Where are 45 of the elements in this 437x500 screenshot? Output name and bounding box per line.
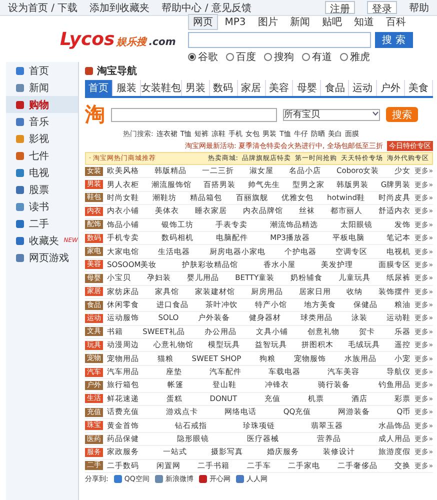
category-tab[interactable]: 数码 xyxy=(210,80,238,96)
top-link[interactable]: 添加到收藏夹 xyxy=(90,0,150,14)
search-button[interactable]: 搜 索 xyxy=(374,32,413,48)
engine-radio[interactable]: 百度 xyxy=(226,50,256,64)
category-tab[interactable]: 首页 xyxy=(85,80,113,96)
top-link[interactable]: 设为首页 / 下载 xyxy=(8,0,78,14)
sidebar-item[interactable]: 音乐 xyxy=(6,113,78,130)
sidebar-item[interactable]: 首页 xyxy=(6,62,78,79)
sidebar-item[interactable]: 新闻 xyxy=(6,79,78,96)
engine-radio[interactable]: 谷歌 xyxy=(188,50,218,64)
share-icon xyxy=(199,475,208,484)
sidebar-item[interactable]: 七件 xyxy=(6,147,78,164)
taobao-search-field[interactable] xyxy=(111,108,277,122)
sidebar-item[interactable]: 电视 xyxy=(6,164,78,181)
search-tab[interactable]: 新闻 xyxy=(284,14,315,30)
sidebar-item[interactable]: 读书 xyxy=(6,198,78,215)
share-icon xyxy=(155,475,164,484)
search-field[interactable] xyxy=(188,32,371,48)
search-tab[interactable]: 图片 xyxy=(252,14,283,30)
category-select[interactable]: 所有宝贝 xyxy=(283,108,380,120)
search-tab[interactable]: 百科 xyxy=(380,14,411,30)
site-logo[interactable]: Lycos娱乐搜 .com xyxy=(60,28,176,50)
engine-radio[interactable]: 有道 xyxy=(302,50,332,64)
share-icon xyxy=(114,475,122,484)
share-icon xyxy=(236,475,244,484)
sidebar-item[interactable]: 购物 xyxy=(6,96,78,113)
sidebar-item[interactable]: 影视 xyxy=(6,130,78,147)
search-tab[interactable]: 网页 xyxy=(188,14,218,30)
search-tab[interactable]: 贴吧 xyxy=(316,14,347,30)
taobao-logo: 淘 xyxy=(85,101,105,128)
help-link[interactable]: 帮助 xyxy=(409,0,429,14)
page-title: 淘宝导航 xyxy=(97,64,137,78)
search-tab[interactable]: MP3 xyxy=(220,16,251,28)
search-tab[interactable]: 知道 xyxy=(348,14,379,30)
category-tab[interactable]: 家居 xyxy=(238,80,266,96)
engine-radio[interactable]: 雅虎 xyxy=(340,50,370,64)
account-button[interactable]: 注册 xyxy=(325,1,355,14)
category-tab[interactable]: 女装鞋包 xyxy=(140,80,182,96)
category-tab[interactable]: 美容 xyxy=(266,80,294,96)
sidebar-item[interactable]: 网页游戏 xyxy=(6,249,78,266)
engine-radio[interactable]: 搜狗 xyxy=(264,50,294,64)
top-link[interactable]: 帮助中心 / 意见反馈 xyxy=(162,0,252,14)
account-button[interactable]: 登录 xyxy=(367,1,397,14)
sidebar-item[interactable]: 二手 xyxy=(6,215,78,232)
sidebar-item[interactable]: 股票 xyxy=(6,181,78,198)
